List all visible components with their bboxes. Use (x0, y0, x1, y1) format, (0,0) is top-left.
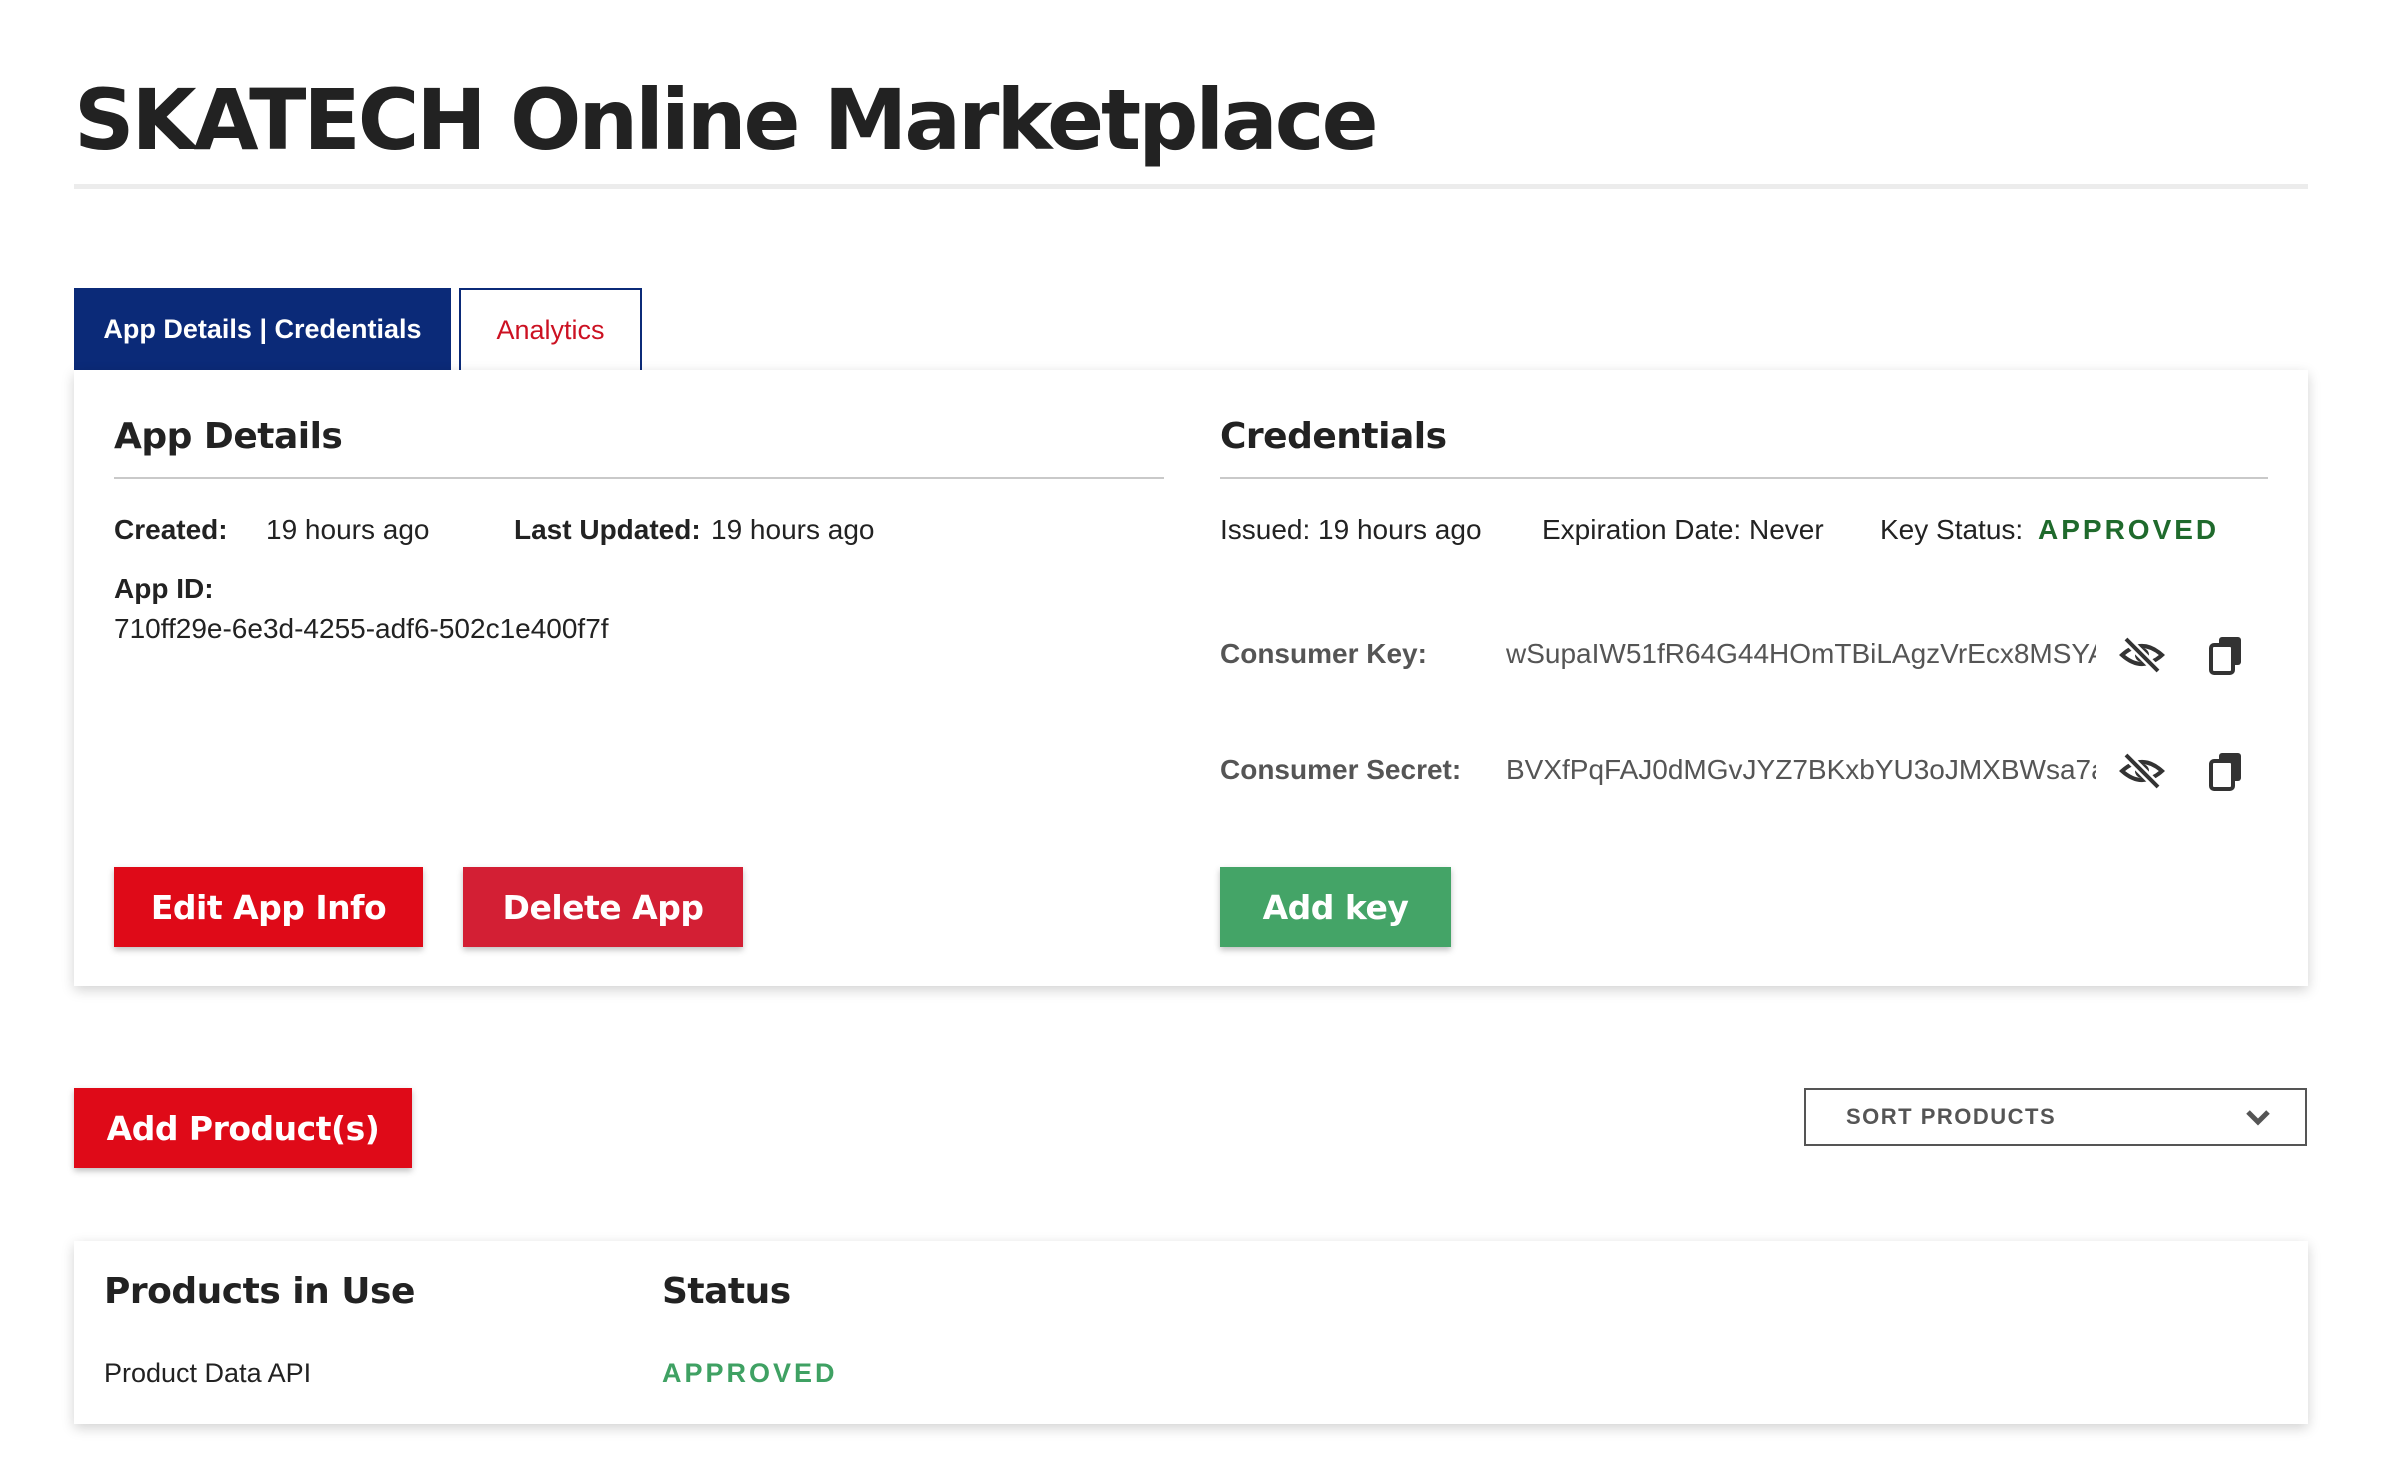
app-id-value: 710ff29e-6e3d-4255-adf6-502c1e400f7f (114, 613, 609, 644)
chevron-down-icon (2246, 1110, 2270, 1126)
status-column-header: Status (662, 1271, 791, 1312)
key-status-badge: APPROVED (2038, 514, 2220, 545)
eye-slash-icon[interactable] (2116, 745, 2168, 797)
app-details-heading: App Details (114, 416, 343, 457)
edit-app-info-button[interactable]: Edit App Info (114, 867, 423, 947)
last-updated-value: 19 hours ago (711, 514, 875, 545)
delete-app-button[interactable]: Delete App (463, 867, 743, 947)
products-column-header: Products in Use (104, 1271, 415, 1312)
consumer-secret-value: BVXfPqFAJ0dMGvJYZ7BKxbYU3oJMXBWsa7a (1506, 754, 2096, 785)
app-id-label: App ID: (114, 573, 214, 604)
eye-slash-icon[interactable] (2116, 629, 2168, 681)
tab-app-details-credentials[interactable]: App Details | Credentials (74, 288, 451, 370)
key-status-label: Key Status: (1880, 514, 2024, 545)
sort-products-select[interactable]: SORT PRODUCTS (1804, 1088, 2307, 1146)
expiration-text: Expiration Date: Never (1542, 514, 1824, 545)
title-divider (74, 184, 2308, 189)
tab-analytics[interactable]: Analytics (459, 288, 642, 370)
add-products-button[interactable]: Add Product(s) (74, 1088, 412, 1168)
add-key-button[interactable]: Add key (1220, 867, 1451, 947)
page-title: SKATECH Online Marketplace (74, 71, 1379, 169)
created-value: 19 hours ago (266, 514, 430, 545)
issued-text: Issued: 19 hours ago (1220, 514, 1482, 545)
consumer-key-value: wSupaIW51fR64G44HOmTBiLAgzVrEcx8MSYA (1506, 638, 2096, 669)
consumer-key-label: Consumer Key: (1220, 638, 1427, 669)
product-name: Product Data API (104, 1358, 312, 1388)
products-table: Products in Use Status Product Data API … (74, 1241, 2308, 1424)
app-details-divider (114, 477, 1164, 479)
app-details-credentials-panel: App Details Created: 19 hours ago Last U… (74, 370, 2308, 986)
created-label: Created: (114, 514, 228, 545)
copy-icon[interactable] (2200, 629, 2252, 681)
credentials-divider (1220, 477, 2268, 479)
product-status-badge: APPROVED (662, 1358, 838, 1388)
consumer-secret-label: Consumer Secret: (1220, 754, 1462, 785)
copy-icon[interactable] (2200, 745, 2252, 797)
sort-products-label: SORT PRODUCTS (1846, 1104, 2057, 1129)
last-updated-label: Last Updated: (514, 514, 701, 545)
credentials-heading: Credentials (1220, 416, 1447, 457)
